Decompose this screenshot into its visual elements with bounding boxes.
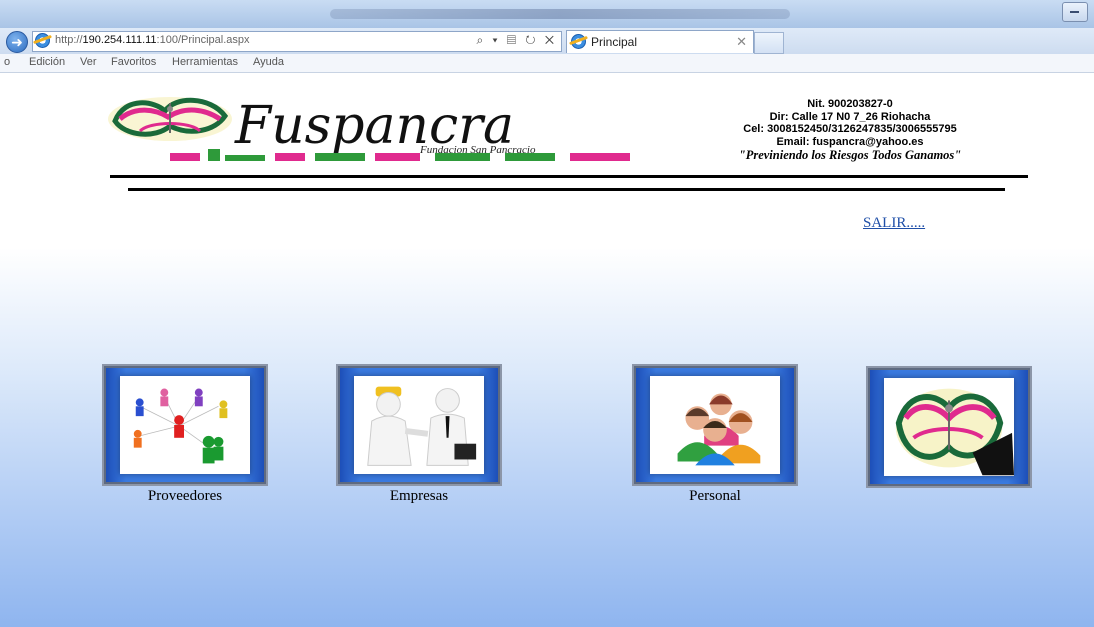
nit-text: Nit. 900203827-0 <box>807 98 893 110</box>
tile-frame <box>868 368 1030 486</box>
company-info: Nit. 900203827-0 Dir: Calle 17 N0 7_26 R… <box>700 98 1000 162</box>
window-minimize-button[interactable] <box>1062 2 1088 22</box>
fuspancra-emblem-button[interactable] <box>866 366 1032 488</box>
people-group-icon <box>650 376 780 474</box>
tab-principal[interactable]: Principal ✕ <box>566 30 754 53</box>
slogan-text: "Previniendo los Riesgos Todos Ganamos" <box>738 148 962 162</box>
handshake-icon <box>354 376 484 474</box>
menu-item-ver[interactable]: Ver <box>80 56 97 68</box>
proveedores-label[interactable]: Proveedores <box>102 488 268 505</box>
empresas-button[interactable] <box>336 364 502 486</box>
email-text: Email: fuspancra@yahoo.es <box>776 135 924 148</box>
tile-frame <box>634 366 796 484</box>
ie-page-icon <box>35 33 50 48</box>
menu-item-ayuda[interactable]: Ayuda <box>253 56 284 68</box>
tile-frame <box>338 366 500 484</box>
menu-bar: o Edición Ver Favoritos Herramientas Ayu… <box>0 54 1094 73</box>
ie-tab-icon <box>571 34 586 49</box>
menu-item-edicion[interactable]: Edición <box>29 56 65 68</box>
new-tab-button[interactable] <box>754 32 784 54</box>
personal-label[interactable]: Personal <box>632 488 798 505</box>
address-url: http://190.254.111.11:100/Principal.aspx <box>55 34 250 46</box>
network-people-icon <box>120 376 250 474</box>
address-text: Dir: Calle 17 N0 7_26 Riohacha <box>769 110 931 123</box>
tile-frame <box>104 366 266 484</box>
header-divider-top <box>110 175 1028 178</box>
back-arrow-icon[interactable]: ➜ <box>6 31 28 53</box>
fuspancra-logo: Fuspancra Fundacion San Pancracio <box>108 96 630 161</box>
fuspancra-emblem-icon <box>884 378 1014 476</box>
personal-button[interactable] <box>632 364 798 486</box>
proveedores-button[interactable] <box>102 364 268 486</box>
salir-link[interactable]: SALIR..... <box>863 215 925 232</box>
menu-item-herramientas[interactable]: Herramientas <box>172 56 238 68</box>
close-icon[interactable]: ✕ <box>736 34 747 50</box>
menu-item-archivo[interactable]: o <box>4 56 10 68</box>
tab-label: Principal <box>591 35 638 49</box>
window-titlebar <box>0 0 1094 28</box>
address-tools-icons[interactable]: ⌕ ▾ ▤ ↻ ✕ <box>477 33 558 48</box>
phone-text: Cel: 3008152450/3126247835/3006555795 <box>743 123 957 135</box>
empresas-label[interactable]: Empresas <box>336 488 502 505</box>
header-divider-bottom <box>128 188 1005 191</box>
page-content: Fuspancra Fundacion San Pancracio Nit. 9… <box>0 73 1094 627</box>
address-bar[interactable]: http://190.254.111.11:100/Principal.aspx… <box>32 31 562 52</box>
window-title-blurred <box>330 9 790 19</box>
navigation-bar: ➜ http://190.254.111.11:100/Principal.as… <box>0 28 1094 54</box>
menu-item-favoritos[interactable]: Favoritos <box>111 56 156 68</box>
